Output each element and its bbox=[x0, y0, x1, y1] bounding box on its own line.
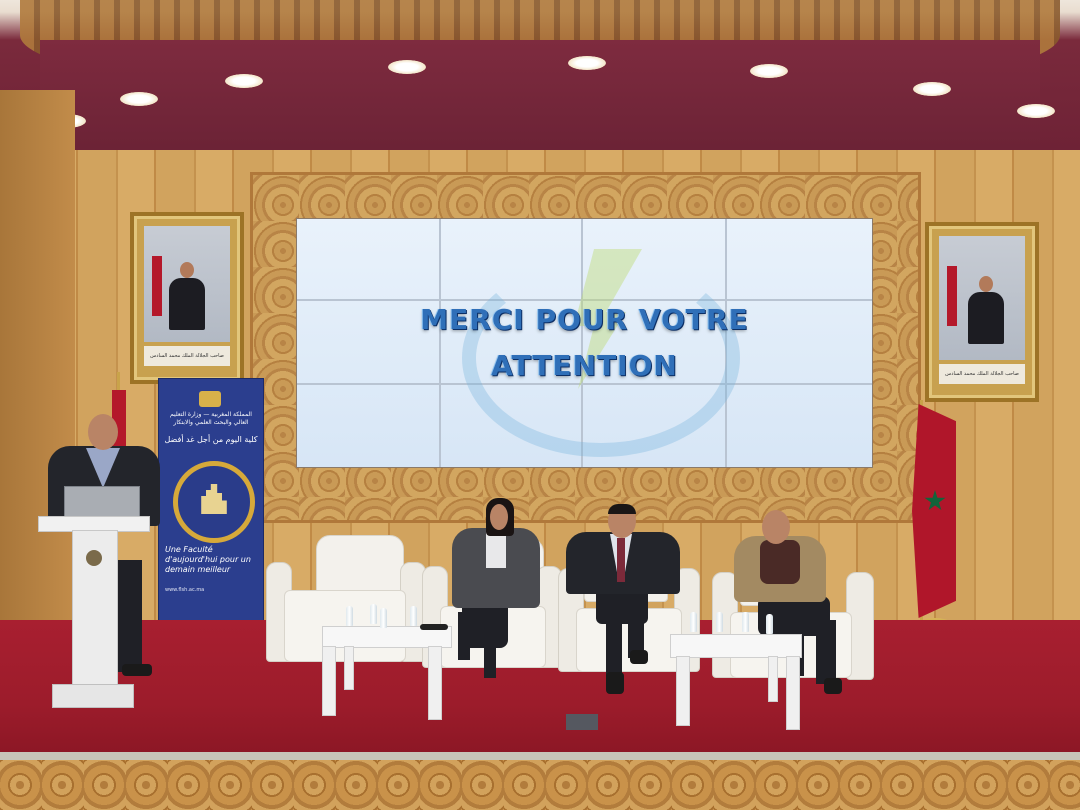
portrait-caption: صاحب الجلالة الملك محمد السادس نصره الله bbox=[144, 346, 230, 366]
conference-stage-photo: { "scene": { "slide": { "line1": "MERCI … bbox=[0, 0, 1080, 810]
coffee-table-leg bbox=[676, 656, 690, 726]
water-bottle bbox=[346, 606, 353, 626]
panelist-face bbox=[762, 510, 790, 544]
portrait-head bbox=[180, 262, 194, 278]
water-bottle bbox=[370, 604, 377, 624]
panelist-leg bbox=[816, 620, 836, 684]
panelist-shoe bbox=[630, 650, 648, 664]
banner-header: المملكة المغربية — وزارة التعليم العالي … bbox=[170, 411, 252, 426]
portrait-caption: صاحب الجلالة الملك محمد السادس نصره الله bbox=[939, 364, 1025, 384]
banner-building-icon bbox=[201, 484, 227, 514]
ceiling-spotlight bbox=[225, 74, 263, 88]
panelist-shoe bbox=[606, 672, 624, 694]
portrait-body bbox=[968, 292, 1004, 344]
banner-tagline: Une Faculté d'aujourd'hui pour un demain… bbox=[165, 545, 251, 574]
ceiling-spotlight bbox=[120, 92, 158, 106]
water-bottle bbox=[742, 612, 749, 632]
panelist-blouse bbox=[486, 532, 506, 568]
panelist-tie bbox=[617, 538, 625, 582]
water-bottle bbox=[716, 612, 723, 632]
podium-emblem-icon bbox=[86, 550, 102, 566]
left-wall bbox=[0, 90, 75, 650]
panelist-sweater bbox=[760, 540, 800, 584]
panelist-leg bbox=[458, 612, 470, 660]
coffee-table-leg bbox=[344, 646, 354, 690]
panelist-face bbox=[490, 504, 508, 530]
water-bottle bbox=[410, 606, 417, 626]
screen-tile-divider bbox=[439, 219, 441, 467]
water-bottle bbox=[766, 614, 773, 634]
slide-text-line-2: ATTENTION bbox=[491, 349, 678, 382]
ceiling-spotlight bbox=[1017, 104, 1055, 118]
banner-emblem-icon bbox=[199, 391, 221, 407]
floor-monitor bbox=[566, 714, 598, 730]
banner-logo-circle bbox=[173, 461, 255, 543]
speaker-legs bbox=[116, 560, 142, 672]
speaker-shoe bbox=[122, 664, 152, 676]
coffee-table-leg bbox=[768, 656, 778, 702]
banner-footer: www.flsh.ac.ma bbox=[165, 587, 205, 593]
portrait-frame-left: صاحب الجلالة الملك محمد السادس نصره الله bbox=[130, 212, 244, 384]
coffee-table-leg bbox=[786, 656, 800, 730]
flag-right bbox=[912, 404, 956, 618]
portrait-frame-right: صاحب الجلالة الملك محمد السادس نصره الله bbox=[925, 222, 1039, 402]
stage-front-ornament bbox=[0, 760, 1080, 810]
ceiling-soffit bbox=[40, 40, 1040, 160]
water-bottle bbox=[380, 608, 387, 628]
stage-edge bbox=[0, 752, 1080, 760]
panelist-hair bbox=[608, 504, 636, 514]
portrait-image bbox=[144, 226, 230, 342]
rollup-banner: المملكة المغربية — وزارة التعليم العالي … bbox=[158, 378, 264, 624]
ceiling-spotlight bbox=[568, 56, 606, 70]
coffee-table-leg bbox=[322, 646, 336, 716]
speaker-head bbox=[88, 414, 118, 450]
portrait-flag bbox=[947, 266, 957, 326]
banner-arabic-title: كلية اليوم من أجل غد أفضل bbox=[164, 435, 258, 444]
portrait-body bbox=[169, 278, 205, 330]
microphone bbox=[420, 624, 448, 630]
coffee-table-leg bbox=[428, 646, 442, 720]
portrait-head bbox=[979, 276, 993, 292]
panelist-leg bbox=[484, 620, 496, 678]
projection-screen: MERCI POUR VOTRE ATTENTION bbox=[296, 218, 873, 468]
laptop bbox=[64, 486, 140, 520]
ceiling-spotlight bbox=[750, 64, 788, 78]
water-bottle bbox=[690, 612, 697, 632]
slide-text-line-1: MERCI POUR VOTRE bbox=[420, 303, 749, 336]
ceiling-spotlight bbox=[913, 82, 951, 96]
podium-base bbox=[52, 684, 134, 708]
ceiling-spotlight bbox=[388, 60, 426, 74]
coffee-table-top bbox=[670, 634, 802, 658]
panelist-shoe bbox=[824, 678, 842, 694]
armchair-back bbox=[316, 535, 404, 597]
panelist-leg bbox=[606, 614, 622, 678]
portrait-image bbox=[939, 236, 1025, 360]
portrait-flag bbox=[152, 256, 162, 316]
